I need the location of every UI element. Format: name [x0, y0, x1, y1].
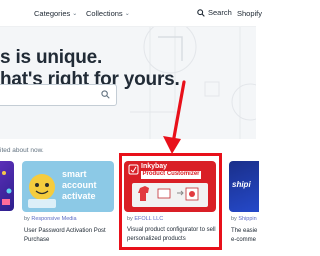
- search-link[interactable]: Search: [197, 8, 232, 17]
- categories-label: Categories: [34, 9, 71, 18]
- search-icon: [197, 8, 205, 17]
- search-icon[interactable]: [101, 90, 110, 99]
- categories-menu[interactable]: Categories ⌄: [34, 9, 77, 18]
- app-card-image[interactable]: [0, 161, 14, 211]
- highlight-box: [119, 153, 222, 250]
- hero-section: s is unique. hat's right for yours.: [0, 27, 256, 139]
- app-card-image-text: smart account activate: [62, 169, 97, 201]
- chevron-down-icon: ⌄: [72, 11, 78, 17]
- chevron-down-icon: ⌄: [124, 11, 130, 17]
- collections-menu[interactable]: Collections ⌄: [86, 9, 130, 18]
- app-card-smart-account[interactable]: smart account activate by Responsive Med…: [22, 161, 116, 244]
- search-label: Search: [208, 8, 232, 17]
- app-search-box[interactable]: [0, 84, 117, 106]
- app-card-image[interactable]: shipi: [229, 161, 259, 212]
- section-heading: ited about now.: [0, 147, 44, 154]
- hero-headline-line1: s is unique.: [0, 47, 103, 68]
- shopify-link[interactable]: Shopify: [237, 9, 262, 18]
- app-card-image-text: shipi: [232, 180, 251, 189]
- app-card-partial-left[interactable]: [0, 161, 16, 221]
- app-card-title[interactable]: The easie e-comme: [231, 227, 257, 244]
- app-card-title[interactable]: User Password Activation Post Purchase: [24, 227, 106, 244]
- app-card-art: [2, 171, 12, 205]
- app-card-developer: by Shippin: [231, 216, 257, 222]
- app-card-image[interactable]: smart account activate: [22, 161, 114, 212]
- developer-link[interactable]: Shippin: [238, 216, 256, 222]
- app-card-developer: by Responsive Media: [24, 216, 77, 222]
- developer-link[interactable]: Responsive Media: [31, 216, 76, 222]
- top-nav-bar: Categories ⌄ Collections ⌄ Search Shopif…: [0, 0, 262, 27]
- app-card-partial-right[interactable]: shipi by Shippin The easie e-comme: [229, 161, 259, 244]
- app-search-input[interactable]: [5, 88, 95, 104]
- collections-label: Collections: [86, 9, 123, 18]
